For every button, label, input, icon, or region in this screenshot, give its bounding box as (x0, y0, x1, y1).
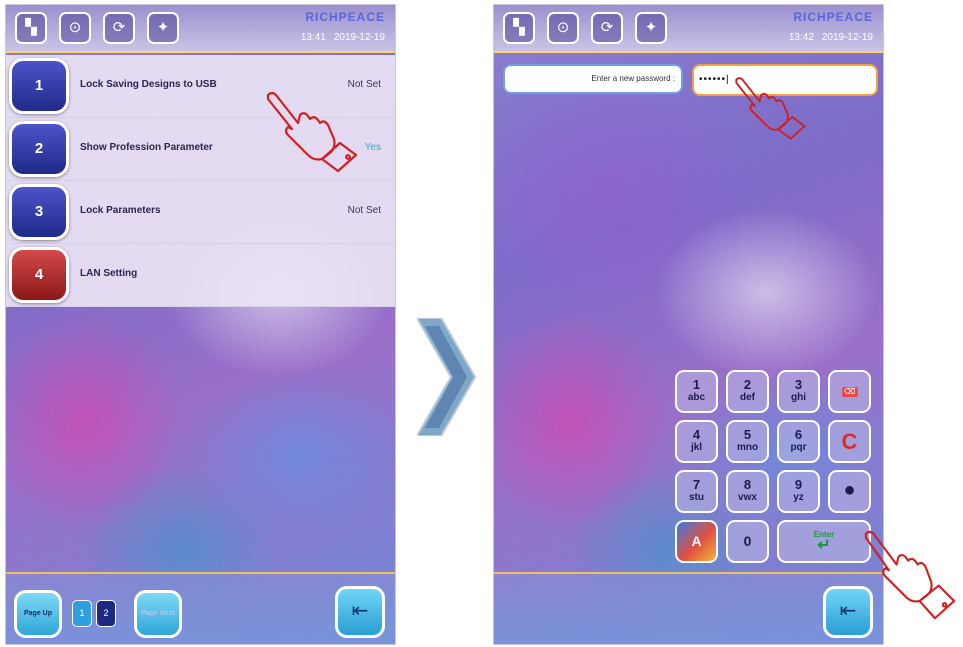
menu-value: Not Set (347, 205, 381, 216)
menu-label: Show Profession Parameter (80, 142, 213, 153)
menu-number[interactable]: 4 (9, 247, 69, 303)
key-1[interactable]: 1 abc (675, 370, 718, 413)
key-7[interactable]: 7 stu (675, 470, 718, 513)
menu-value: Yes (364, 142, 381, 153)
menu-label: LAN Setting (80, 268, 138, 279)
pointing-hand-icon (266, 91, 358, 173)
key-3[interactable]: 3 ghi (777, 370, 820, 413)
date: 2019-12-19 (821, 32, 873, 43)
settings-screen: ▚ ⊙ ⟳ ✦ RICHPEACE 13:41 2019-12-19 1 Lock… (5, 4, 396, 645)
menu-label: Lock Parameters (80, 205, 161, 216)
menu-number[interactable]: 2 (9, 121, 69, 177)
page-up-button[interactable]: Page Up (14, 590, 62, 638)
bottom-bar: ⇤ (494, 572, 883, 644)
brand-logo: RICHPEACE (793, 10, 873, 24)
usb-icon[interactable]: ⊙ (59, 12, 91, 44)
date: 2019-12-19 (333, 32, 385, 43)
pointing-hand-icon (864, 530, 956, 620)
layout-icon[interactable]: ▚ (15, 12, 47, 44)
key-0[interactable]: 0 (726, 520, 769, 563)
key-8[interactable]: 8 vwx (726, 470, 769, 513)
key-5[interactable]: 5 mno (726, 420, 769, 463)
refresh-icon[interactable]: ⟳ (591, 12, 623, 44)
key-2[interactable]: 2 def (726, 370, 769, 413)
clock: 13:41 2019-12-19 (293, 32, 385, 43)
menu-label: Lock Saving Designs to USB (80, 79, 217, 90)
time: 13:41 (300, 32, 326, 43)
key-9[interactable]: 9 yz (777, 470, 820, 513)
layout-icon[interactable]: ▚ (503, 12, 535, 44)
enter-arrow-icon: ↵ (817, 537, 831, 554)
password-screen: ▚ ⊙ ⟳ ✦ RICHPEACE 13:42 2019-12-19 Enter … (493, 4, 884, 645)
page-1-button[interactable]: 1 (72, 600, 92, 627)
password-label: Enter a new password : (503, 64, 683, 94)
refresh-icon[interactable]: ⟳ (103, 12, 135, 44)
clock: 13:42 2019-12-19 (781, 32, 873, 43)
backspace-button[interactable]: ⌫ (828, 370, 871, 413)
menu-item-lan-setting[interactable]: 4 LAN Setting (6, 244, 395, 307)
exit-icon: ⇤ (351, 600, 369, 622)
usb-icon[interactable]: ⊙ (547, 12, 579, 44)
lightbulb-icon[interactable]: ✦ (147, 12, 179, 44)
lightbulb-icon[interactable]: ✦ (635, 12, 667, 44)
transition-arrow-icon (417, 318, 477, 436)
key-4[interactable]: 4 jkl (675, 420, 718, 463)
menu-item-lock-parameters[interactable]: 3 Lock Parameters Not Set (6, 181, 395, 244)
page-2-button[interactable]: 2 (96, 600, 116, 627)
menu-number[interactable]: 1 (9, 58, 69, 114)
enter-button[interactable]: Enter ↵ (777, 520, 871, 563)
clear-button[interactable]: C (828, 420, 871, 463)
exit-icon: ⇤ (839, 600, 857, 622)
pointing-hand-icon (735, 77, 806, 140)
time: 13:42 (788, 32, 814, 43)
brand-logo: RICHPEACE (305, 10, 385, 24)
top-bar: ▚ ⊙ ⟳ ✦ RICHPEACE 13:42 2019-12-19 (494, 5, 883, 53)
top-bar: ▚ ⊙ ⟳ ✦ RICHPEACE 13:41 2019-12-19 (6, 5, 395, 53)
dot-button[interactable]: ● (828, 470, 871, 513)
page-next-button[interactable]: Page Next (134, 590, 182, 638)
bottom-bar: Page Up 1 2 Page Next ⇤ (6, 572, 395, 644)
key-6[interactable]: 6 pqr (777, 420, 820, 463)
input-mode-button[interactable]: A (675, 520, 718, 563)
menu-number[interactable]: 3 (9, 184, 69, 240)
exit-button[interactable]: ⇤ (335, 586, 385, 638)
backspace-icon: ⌫ (841, 387, 858, 397)
